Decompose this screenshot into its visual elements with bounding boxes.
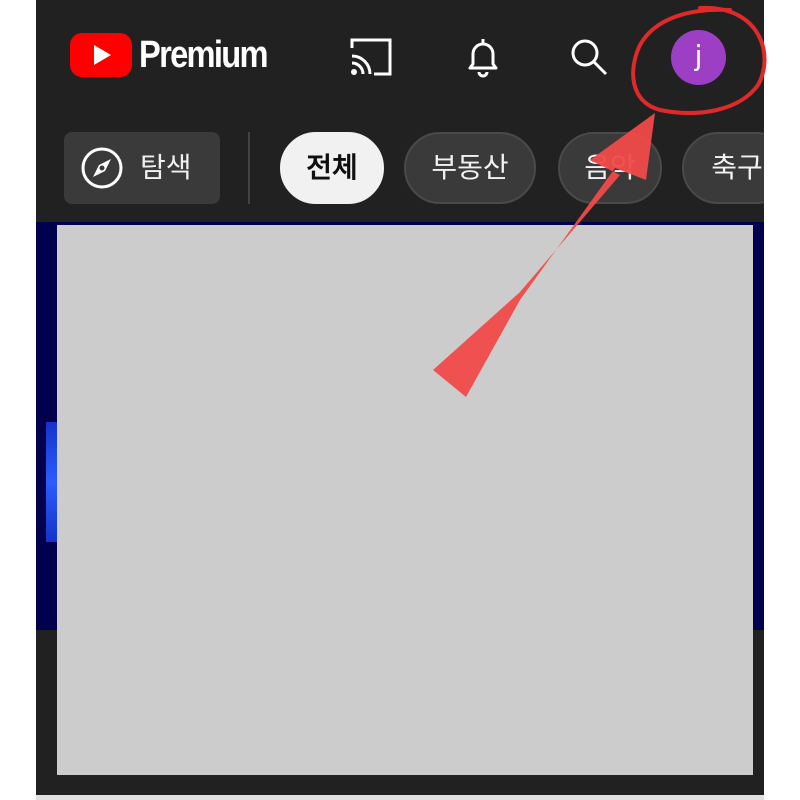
youtube-premium-logo[interactable]: Premium: [70, 33, 288, 77]
redaction-box: [57, 225, 753, 775]
search-icon[interactable]: [564, 32, 614, 82]
chip-divider: [248, 132, 250, 204]
bell-icon[interactable]: [458, 32, 508, 82]
chip-soccer[interactable]: 축구: [682, 132, 764, 204]
chip-bar: 탐색 전체 부동산 음악 축구: [36, 132, 764, 204]
chip-real-estate[interactable]: 부동산: [404, 132, 536, 204]
bottom-edge: [36, 795, 764, 800]
chip-all[interactable]: 전체: [280, 132, 384, 204]
compass-icon: [81, 147, 123, 189]
logo-text: Premium: [139, 34, 269, 76]
youtube-play-icon: [70, 33, 132, 77]
cast-icon[interactable]: [346, 32, 396, 82]
explore-button[interactable]: 탐색: [64, 132, 220, 204]
chip-music[interactable]: 음악: [558, 132, 662, 204]
top-app-bar: Premium j: [36, 0, 764, 118]
explore-label: 탐색: [140, 151, 192, 184]
account-avatar[interactable]: j: [671, 30, 726, 85]
